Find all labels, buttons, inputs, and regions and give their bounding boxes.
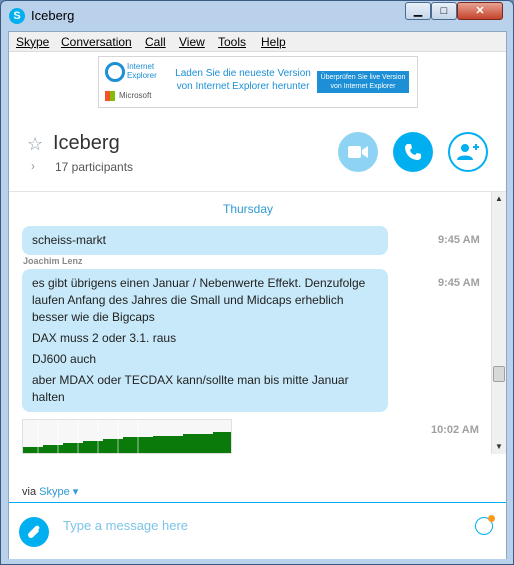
video-call-button[interactable] <box>338 132 378 172</box>
chevron-down-icon[interactable]: ▾ <box>73 486 79 498</box>
message-list[interactable]: Thursday scheiss-markt 9:45 AM Joachim L… <box>9 192 491 454</box>
attach-icon <box>28 525 40 538</box>
window-title: Iceberg <box>31 8 75 23</box>
conversation-header: ☆ Iceberg › 17 participants <box>9 112 506 192</box>
compose-area <box>9 502 506 559</box>
message-sender: Joachim Lenz <box>23 256 83 266</box>
menu-conversation[interactable]: Conversation <box>61 35 132 49</box>
via-service-selector[interactable]: Skype <box>39 486 70 498</box>
message-input[interactable] <box>63 515 463 535</box>
shared-image-thumbnail[interactable] <box>22 419 232 454</box>
add-person-icon <box>457 144 479 160</box>
voice-call-button[interactable] <box>393 132 433 172</box>
minimize-button[interactable]: ▁ <box>405 2 431 20</box>
close-button[interactable]: ✕ <box>457 2 503 20</box>
maximize-button[interactable]: □ <box>431 2 457 20</box>
chart-image <box>23 420 231 453</box>
via-service: via Skype ▾ <box>22 485 78 498</box>
ad-text: Laden Sie die neueste Version von Intern… <box>175 68 311 92</box>
message-time: 9:45 AM <box>438 277 480 289</box>
message-time: 10:02 AM <box>431 424 479 436</box>
ad-vendor: Microsoft <box>119 91 152 100</box>
phone-icon <box>405 144 421 160</box>
skype-icon: S <box>9 8 25 24</box>
message-time: 9:45 AM <box>438 234 480 246</box>
menu-call[interactable]: Call <box>145 35 166 49</box>
participant-count[interactable]: 17 participants <box>55 160 133 174</box>
message-text: es gibt übrigens einen Januar / Nebenwer… <box>32 276 366 324</box>
via-label: via <box>22 486 37 498</box>
message-text: DJ600 auch <box>32 352 97 366</box>
ad-brand: Internet Explorer <box>127 62 157 80</box>
message-text: aber MDAX oder TECDAX kann/sollte man bi… <box>32 373 349 404</box>
conversation-title: Iceberg <box>53 132 120 154</box>
client-area: Skype Conversation Call View Tools Help … <box>8 31 507 559</box>
message-text: scheiss-markt <box>32 233 107 247</box>
menu-bar: Skype Conversation Call View Tools Help <box>9 32 506 52</box>
scroll-down-arrow[interactable]: ▼ <box>495 442 503 451</box>
emoji-icon[interactable] <box>475 515 495 535</box>
message-bubble[interactable]: scheiss-markt <box>22 226 388 255</box>
scroll-up-arrow[interactable]: ▲ <box>495 194 503 203</box>
ad-cta-button[interactable]: Überprüfen Sie live Version von Internet… <box>317 71 409 93</box>
menu-tools[interactable]: Tools <box>218 35 246 49</box>
scroll-thumb[interactable] <box>493 366 505 382</box>
message-text: DAX muss 2 oder 3.1. raus <box>32 331 177 345</box>
menu-help[interactable]: Help <box>261 35 286 49</box>
title-bar: S Iceberg ▁ □ ✕ <box>1 1 513 31</box>
video-call-icon <box>348 146 368 158</box>
menu-view[interactable]: View <box>179 35 205 49</box>
microsoft-icon <box>105 91 115 101</box>
attach-button[interactable] <box>19 517 49 547</box>
ad-banner[interactable]: Internet Explorer Microsoft Laden Sie di… <box>98 56 418 108</box>
message-bubble[interactable]: es gibt übrigens einen Januar / Nebenwer… <box>22 269 388 412</box>
chevron-right-icon[interactable]: › <box>31 159 35 173</box>
internet-explorer-icon <box>105 62 125 82</box>
skype-window: S Iceberg ▁ □ ✕ Skype Conversation Call … <box>0 0 514 565</box>
star-icon[interactable]: ☆ <box>27 134 43 155</box>
message-scrollbar[interactable]: ▲ ▼ <box>491 192 506 454</box>
menu-skype[interactable]: Skype <box>16 35 49 49</box>
day-separator: Thursday <box>223 202 274 216</box>
add-participant-button[interactable] <box>448 132 488 172</box>
